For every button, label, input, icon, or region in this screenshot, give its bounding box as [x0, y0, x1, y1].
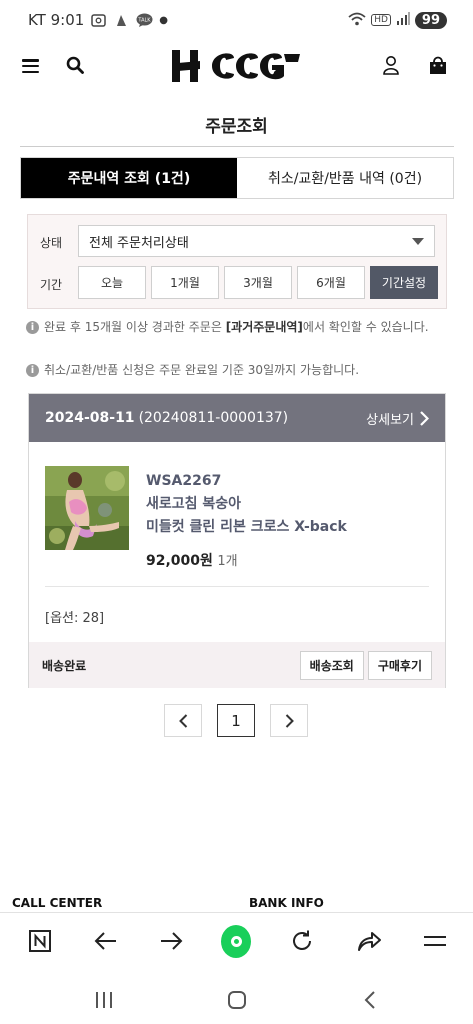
- period-custom-button[interactable]: 기간설정: [370, 266, 438, 299]
- refresh-icon[interactable]: [287, 926, 317, 956]
- order-footer: 배송완료 배송조회 구매후기: [29, 642, 445, 688]
- order-detail-link[interactable]: 상세보기: [366, 409, 429, 428]
- past-orders-link[interactable]: [과거주문내역]: [226, 320, 303, 334]
- period-filter-label: 기간: [40, 278, 63, 292]
- chevron-right-icon: [285, 713, 294, 728]
- more-dot-icon: ●: [159, 14, 169, 26]
- site-header: [0, 44, 473, 90]
- notice-text-2: 취소/교환/반품 신청은 주문 완료일 기준 30일까지 가능합니다.: [44, 363, 360, 377]
- wifi-icon: [348, 12, 366, 29]
- notice-1-post: 에서 확인할 수 있습니다.: [302, 320, 429, 334]
- prev-page-button[interactable]: [164, 704, 202, 737]
- page-title: 주문조회: [205, 117, 268, 137]
- green-dot-icon: [221, 924, 251, 958]
- product-code: WSA2267: [146, 473, 222, 489]
- network-type: HD: [371, 14, 391, 26]
- info-icon: i: [26, 364, 39, 377]
- browser-toolbar: [0, 912, 473, 970]
- next-page-button[interactable]: [270, 704, 308, 737]
- order-detail-label: 상세보기: [366, 412, 414, 428]
- svg-text:TALK: TALK: [138, 17, 152, 23]
- notice-1-pre: 완료 후 15개월 이상 경과한 주문은: [44, 320, 226, 334]
- product-price: 92,000원 1개: [146, 550, 238, 570]
- system-navigation-bar: [0, 975, 473, 1024]
- quantity: 1개: [217, 554, 238, 569]
- app-notification-icon: [113, 13, 130, 27]
- status-bar: KT 9:01 TALK ● HD 99: [0, 0, 473, 40]
- order-date: 2024-08-11: [45, 410, 135, 426]
- status-filter-label: 상태: [40, 236, 63, 250]
- product-option: [옵션: 28]: [45, 611, 105, 626]
- track-delivery-button[interactable]: 배송조회: [299, 650, 364, 680]
- pagination: 1: [164, 704, 308, 737]
- signal-icon: [396, 12, 410, 28]
- share-icon[interactable]: [354, 926, 384, 956]
- period-buttons: 오늘 1개월 3개월 6개월 기간설정: [78, 266, 438, 299]
- current-page-button[interactable]: 1: [217, 704, 255, 737]
- order-divider: [45, 586, 429, 587]
- chevron-left-icon: [178, 713, 187, 728]
- forward-arrow-icon[interactable]: [156, 926, 186, 956]
- menu-icon[interactable]: [22, 59, 39, 73]
- status-select[interactable]: 전체 주문처리상태: [78, 225, 435, 257]
- tab-cancel-return[interactable]: 취소/교환/반품 내역 (0건): [237, 158, 453, 198]
- brand-logo[interactable]: [172, 46, 302, 86]
- product-thumbnail[interactable]: [45, 466, 129, 550]
- menu-lines-icon[interactable]: [420, 926, 450, 956]
- back-arrow-icon[interactable]: [91, 926, 121, 956]
- notice-past-orders: i 완료 후 15개월 이상 경과한 주문은 [과거주문내역]에서 확인할 수 …: [26, 318, 456, 337]
- battery-indicator: 99: [414, 11, 447, 29]
- talk-icon: TALK: [136, 13, 153, 27]
- period-6month-button[interactable]: 6개월: [297, 266, 365, 299]
- chevron-right-icon: [420, 410, 429, 426]
- product-name-line2: 미들컷 클린 리본 크로스 X-back: [146, 519, 347, 535]
- back-icon[interactable]: [355, 985, 385, 1015]
- caret-down-icon: [412, 238, 424, 245]
- period-1month-button[interactable]: 1개월: [151, 266, 219, 299]
- product-name-line1: 새로고침 복숭아: [146, 496, 242, 512]
- delivery-status: 배송완료: [42, 658, 87, 673]
- carrier-time: KT 9:01: [28, 11, 85, 29]
- title-divider: [20, 146, 454, 147]
- status-select-value: 전체 주문처리상태: [89, 235, 189, 251]
- order-header: 2024-08-11 (20240811-0000137) 상세보기: [29, 394, 445, 442]
- period-3month-button[interactable]: 3개월: [224, 266, 292, 299]
- user-icon[interactable]: [382, 55, 400, 79]
- price-amount: 92,000원: [146, 553, 213, 569]
- screenshot-icon: [90, 13, 107, 27]
- naver-n-icon[interactable]: [25, 926, 55, 956]
- home-icon[interactable]: [222, 985, 252, 1015]
- tab-order-history[interactable]: 주문내역 조회 (1건): [21, 158, 237, 198]
- recent-apps-icon[interactable]: [89, 985, 119, 1015]
- order-filter: 상태 전체 주문처리상태 기간 오늘 1개월 3개월 6개월 기간설정: [27, 214, 447, 309]
- order-number: (20240811-0000137): [138, 410, 289, 426]
- product-info[interactable]: WSA2267 새로고침 복숭아 미들컷 클린 리본 크로스 X-back: [146, 470, 347, 539]
- browser-home-button[interactable]: [221, 924, 251, 958]
- notice-text-1: 완료 후 15개월 이상 경과한 주문은 [과거주문내역]에서 확인할 수 있습…: [44, 318, 429, 337]
- order-tabs: 주문내역 조회 (1건) 취소/교환/반품 내역 (0건): [20, 157, 454, 199]
- search-icon[interactable]: [66, 56, 84, 78]
- notice-cancel-policy: i 취소/교환/반품 신청은 주문 완료일 기준 30일까지 가능합니다.: [26, 361, 456, 380]
- order-card: 2024-08-11 (20240811-0000137) 상세보기 WSA22…: [28, 393, 446, 688]
- info-icon: i: [26, 321, 39, 334]
- write-review-button[interactable]: 구매후기: [367, 650, 432, 680]
- period-today-button[interactable]: 오늘: [78, 266, 146, 299]
- bank-info-label: BANK INFO: [249, 896, 324, 910]
- shopping-bag-icon[interactable]: [428, 55, 448, 79]
- call-center-label: CALL CENTER: [12, 896, 103, 910]
